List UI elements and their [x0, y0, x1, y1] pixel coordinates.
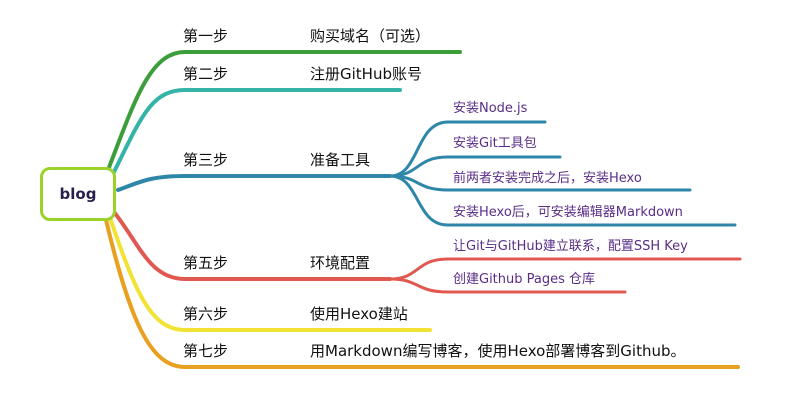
subtask-5-2[interactable]: 创建Github Pages 仓库: [453, 273, 595, 286]
root-node[interactable]: blog: [40, 167, 116, 221]
step-label-1: 第一步: [183, 27, 229, 45]
step-label-5: 第六步: [183, 305, 229, 323]
task-label-4[interactable]: 环境配置: [310, 256, 370, 271]
subtask-3-3[interactable]: 前两者安装完成之后，安装Hexo: [453, 172, 642, 185]
mindmap-connectors: [104, 50, 742, 369]
connector-step-3: [116, 174, 392, 192]
task-label-1[interactable]: 购买域名（可选）: [310, 29, 430, 44]
task-label-6[interactable]: 用Markdown编写博客，使用Hexo部署博客到Github。: [310, 344, 686, 359]
root-label: blog: [59, 185, 97, 203]
task-label-5[interactable]: 使用Hexo建站: [310, 307, 408, 322]
step-label-2: 第二步: [183, 65, 229, 83]
task-label-3[interactable]: 准备工具: [310, 153, 370, 168]
step-label-6: 第七步: [183, 342, 229, 360]
subtask-3-4[interactable]: 安装Hexo后，可安装编辑器Markdown: [453, 206, 683, 219]
subtask-3-2[interactable]: 安装Git工具包: [453, 137, 537, 150]
task-label-2[interactable]: 注册GitHub账号: [310, 67, 422, 82]
subtask-5-1[interactable]: 让Git与GitHub建立联系，配置SSH Key: [453, 240, 688, 253]
step-label-3: 第三步: [183, 151, 229, 169]
subtask-3-1[interactable]: 安装Node.js: [453, 102, 527, 115]
step-label-4: 第五步: [183, 254, 229, 272]
